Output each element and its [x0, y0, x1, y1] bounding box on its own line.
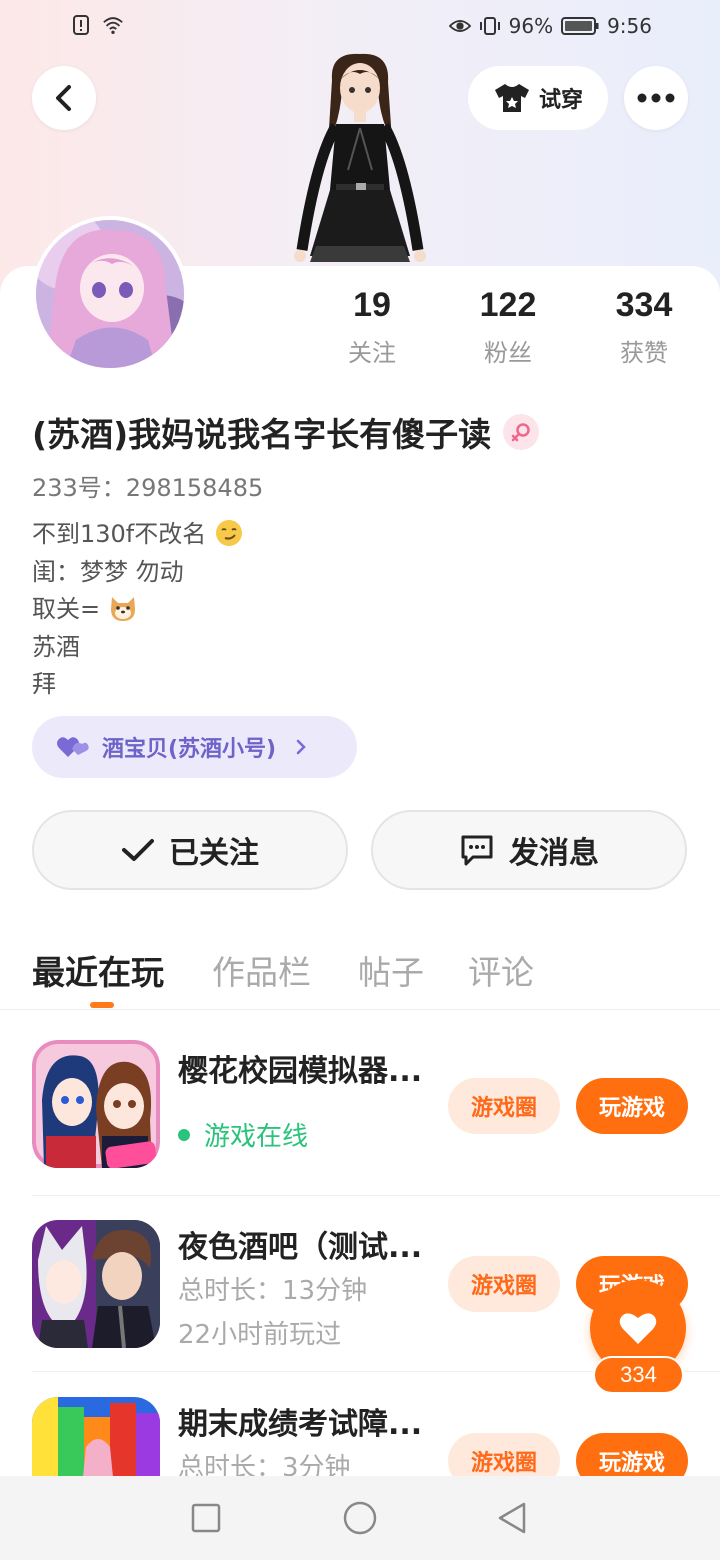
battery-percent: 96% — [508, 14, 554, 38]
vibrate-icon — [479, 17, 500, 35]
bio-line-5: 拜 — [32, 670, 56, 698]
nickname-row: (苏酒)我妈说我名字长有傻子读 — [32, 408, 540, 456]
try-on-label: 试穿 — [538, 88, 583, 113]
bio-line-1: 不到130f不改名 — [32, 516, 244, 554]
female-icon — [503, 414, 540, 450]
try-on-button[interactable]: 试穿 — [468, 66, 608, 130]
stat-following-label: 关注 — [348, 339, 396, 367]
battery-icon — [561, 17, 599, 35]
linked-account-button[interactable]: 酒宝贝(苏酒小号) — [32, 716, 357, 778]
alert-icon — [73, 15, 89, 35]
tab-works[interactable]: 作品栏 — [212, 946, 311, 994]
stat-likes[interactable]: 334 获赞 — [584, 286, 704, 368]
bio-line-4: 苏酒 — [32, 632, 80, 661]
linked-account-label: 酒宝贝(苏酒小号) — [102, 737, 277, 762]
bio-line-2: 闺：梦梦 勿动 — [32, 557, 184, 586]
last-played: 22小时前玩过 — [178, 1320, 342, 1350]
tab-recently-played[interactable]: 最近在玩 — [32, 946, 164, 994]
status-bar: 96% 9:56 — [0, 0, 720, 56]
nav-back-button[interactable] — [494, 1500, 530, 1536]
stat-followers[interactable]: 122 粉丝 — [448, 286, 568, 368]
stat-followers-label: 粉丝 — [484, 339, 532, 367]
chevron-right-icon — [296, 739, 306, 755]
stat-followers-count: 122 — [479, 286, 537, 324]
eye-icon — [448, 20, 471, 32]
game-icon — [32, 1397, 160, 1476]
bio-line-3: 取关= — [32, 591, 244, 629]
chat-bubble-icon — [461, 835, 493, 866]
heart-icon — [619, 1313, 657, 1344]
circle-icon — [343, 1501, 377, 1535]
game-circle-button[interactable]: 游戏圈 — [448, 1433, 560, 1476]
online-status-label: 游戏在线 — [204, 1122, 309, 1152]
user-id: 233号：298158485 — [32, 474, 264, 502]
online-dot — [178, 1128, 190, 1141]
play-duration: 总时长：13分钟 — [178, 1276, 368, 1306]
more-dots-icon — [637, 93, 675, 103]
play-game-button[interactable]: 玩游戏 — [576, 1433, 688, 1476]
play-duration: 总时长：3分钟 — [178, 1453, 351, 1476]
online-status: 游戏在线 — [178, 1116, 308, 1153]
avatar-character-figure — [294, 53, 426, 262]
tab-indicator — [90, 1002, 114, 1008]
more-button[interactable] — [624, 66, 688, 130]
game-circle-button[interactable]: 游戏圈 — [448, 1078, 560, 1134]
game-title: 夜色酒吧（测试... — [178, 1230, 423, 1265]
bio: 不到130f不改名 闺：梦梦 勿动 取关= 苏酒 拜 — [32, 516, 244, 704]
game-icon — [32, 1220, 160, 1348]
triangle-back-icon — [498, 1502, 526, 1534]
square-icon — [191, 1503, 221, 1533]
stat-likes-label: 获赞 — [620, 339, 668, 367]
like-count: 334 — [593, 1356, 684, 1394]
game-title: 期末成绩考试障... — [178, 1407, 423, 1442]
game-title: 樱花校园模拟器... — [178, 1054, 423, 1089]
tab-posts[interactable]: 帖子 — [358, 946, 424, 994]
stat-following-count: 19 — [353, 286, 391, 324]
avatar-image — [36, 220, 184, 368]
profile-tabs: 最近在玩 作品栏 帖子 评论 — [0, 940, 720, 1010]
nickname: (苏酒)我妈说我名字长有傻子读 — [32, 415, 492, 454]
game-icon — [32, 1040, 160, 1168]
tshirt-icon — [494, 84, 529, 112]
avatar[interactable] — [32, 216, 188, 372]
game-circle-button[interactable]: 游戏圈 — [448, 1256, 560, 1312]
clock: 9:56 — [607, 14, 652, 38]
play-game-button[interactable]: 玩游戏 — [576, 1078, 688, 1134]
message-button[interactable]: 发消息 — [371, 810, 687, 890]
back-button[interactable] — [32, 66, 96, 130]
stat-likes-count: 334 — [615, 286, 673, 324]
list-item[interactable]: 樱花校园模拟器... 游戏在线 游戏圈 玩游戏 — [0, 1020, 720, 1196]
home-button[interactable] — [342, 1500, 378, 1536]
stat-following[interactable]: 19 关注 — [312, 286, 432, 368]
hearts-icon — [57, 737, 89, 757]
smirk-emoji-icon — [215, 520, 242, 546]
follow-label: 已关注 — [169, 836, 259, 871]
wifi-icon — [103, 17, 123, 34]
tab-comments[interactable]: 评论 — [468, 946, 534, 994]
check-icon — [122, 839, 154, 861]
system-nav-bar — [0, 1476, 720, 1560]
dog-emoji-icon — [110, 597, 135, 621]
message-label: 发消息 — [509, 836, 599, 871]
recents-button[interactable] — [188, 1500, 224, 1536]
follow-button[interactable]: 已关注 — [32, 810, 348, 890]
chevron-left-icon — [56, 85, 71, 111]
